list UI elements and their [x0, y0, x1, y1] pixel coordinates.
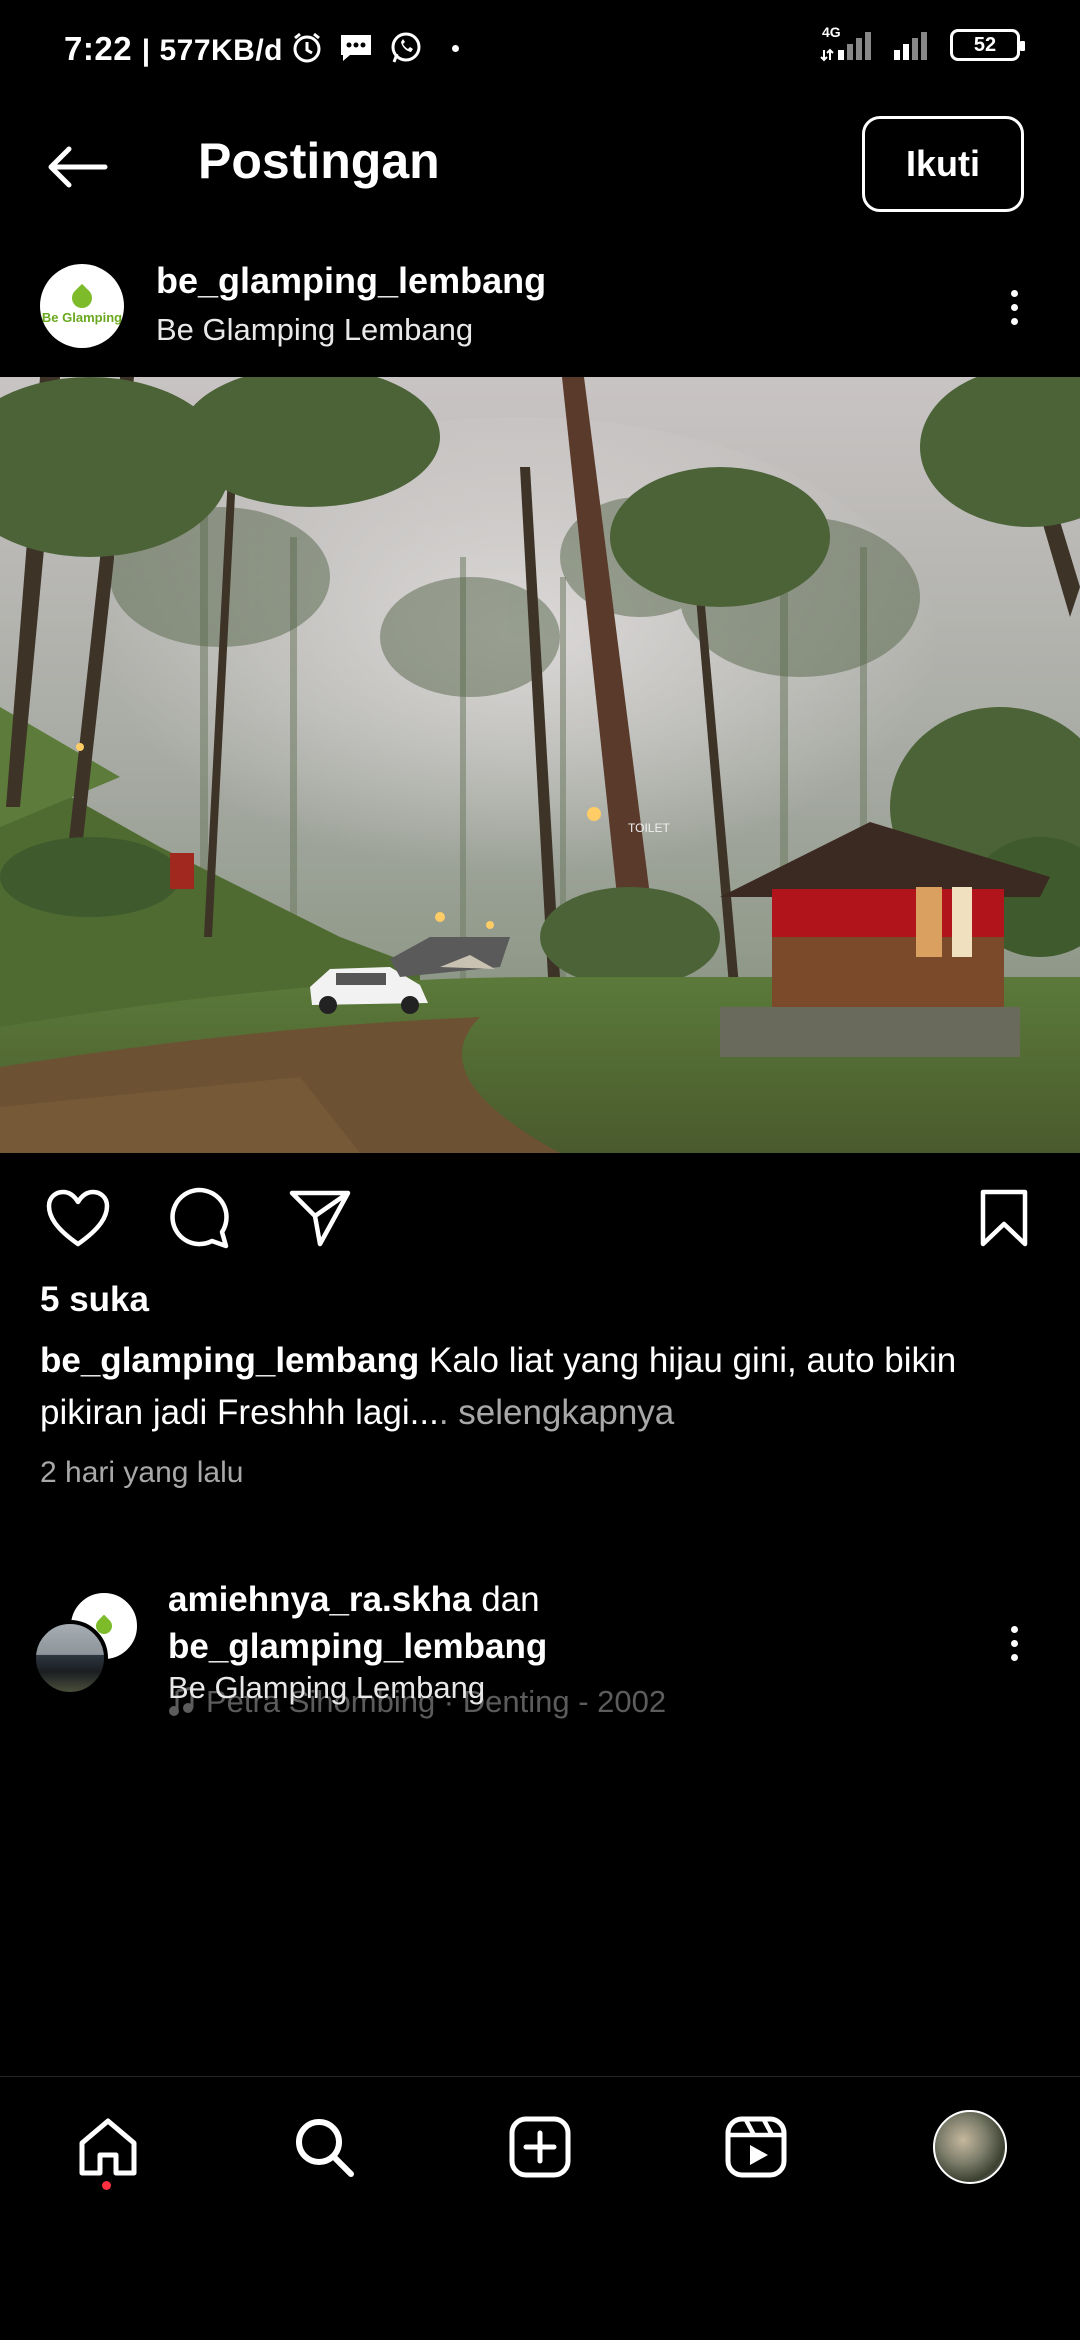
signal-icon-1: 4G	[818, 24, 878, 62]
status-bar: 7:22 | 577KB/d 4G 52	[0, 0, 1080, 100]
back-button[interactable]	[40, 130, 114, 204]
bottom-navigation	[0, 2076, 1080, 2212]
share-button[interactable]	[282, 1180, 358, 1256]
home-notification-dot	[102, 2181, 111, 2190]
page-header: Postingan Ikuti	[0, 100, 1080, 230]
search-icon	[296, 2119, 354, 2177]
avatar-logo-text: Be Glamping	[41, 309, 123, 325]
collab-user-2[interactable]: be_glamping_lembang	[168, 1627, 547, 1666]
message-icon	[341, 35, 371, 61]
reels-icon	[725, 2116, 787, 2178]
post-author-row: Be Glamping be_glamping_lembang Be Glamp…	[0, 252, 1080, 372]
status-system-icons: 4G 52	[818, 24, 1025, 62]
post-caption: be_glamping_lembang Kalo liat yang hijau…	[40, 1335, 1040, 1439]
more-dot	[1010, 1639, 1018, 1647]
post-photo[interactable]: TOILET	[0, 377, 1080, 1153]
like-count[interactable]: 5 suka	[40, 1280, 149, 1320]
forest-campsite-image: TOILET	[0, 377, 1080, 1153]
see-more-link[interactable]: . selengkapnya	[439, 1393, 674, 1432]
signal-icon-2	[894, 32, 927, 60]
nav-reels[interactable]	[716, 2107, 796, 2187]
dot-indicator	[452, 44, 459, 52]
next-post-options-button[interactable]	[984, 1608, 1044, 1678]
caption-username[interactable]: be_glamping_lembang	[40, 1341, 419, 1380]
post-actions	[0, 1180, 1080, 1260]
more-dot	[1010, 1625, 1018, 1633]
author-username[interactable]: be_glamping_lembang	[156, 260, 546, 302]
toilet-sign: TOILET	[628, 821, 670, 835]
nav-profile[interactable]	[930, 2107, 1010, 2187]
leaf-logo-icon	[67, 283, 97, 312]
post-options-button[interactable]	[984, 272, 1044, 342]
nav-home[interactable]	[68, 2107, 148, 2187]
alarm-icon	[293, 32, 321, 63]
comment-button[interactable]	[162, 1180, 238, 1256]
whatsapp-icon	[391, 32, 421, 63]
more-dot	[1010, 317, 1018, 325]
more-dot	[1010, 303, 1018, 311]
more-dot	[1010, 289, 1018, 297]
status-time: 7:22 | 577KB/d	[64, 30, 284, 67]
follow-button[interactable]: Ikuti	[862, 116, 1024, 212]
nav-search[interactable]	[284, 2107, 364, 2187]
author-avatar[interactable]: Be Glamping	[40, 264, 124, 348]
next-post-header: amiehnya_ra.skha dan be_glamping_lembang…	[0, 1570, 1080, 1720]
more-dot	[1010, 1653, 1018, 1661]
like-button[interactable]	[40, 1180, 116, 1256]
page-title: Postingan	[198, 133, 440, 189]
status-notification-icons	[290, 30, 459, 66]
next-post-subtitle[interactable]: Be Glamping Lembang	[168, 1670, 485, 1706]
collab-user-1[interactable]: amiehnya_ra.skha	[168, 1580, 472, 1619]
comment-icon	[170, 1187, 229, 1249]
collab-connector: dan	[471, 1580, 540, 1619]
arrow-left-icon	[48, 146, 108, 188]
nav-create[interactable]	[500, 2107, 580, 2187]
send-icon	[289, 1190, 351, 1247]
collab-usernames: amiehnya_ra.skha dan be_glamping_lembang	[168, 1576, 547, 1670]
home-icon	[79, 2118, 137, 2176]
profile-avatar	[933, 2110, 1007, 2184]
create-icon	[509, 2116, 571, 2178]
bookmark-icon	[980, 1189, 1028, 1247]
save-button[interactable]	[966, 1180, 1042, 1256]
author-subtitle[interactable]: Be Glamping Lembang	[156, 312, 473, 348]
collab-avatar-user[interactable]	[32, 1620, 108, 1696]
battery-indicator: 52	[950, 29, 1025, 61]
heart-icon	[46, 1189, 110, 1247]
post-timestamp: 2 hari yang lalu	[40, 1456, 244, 1489]
